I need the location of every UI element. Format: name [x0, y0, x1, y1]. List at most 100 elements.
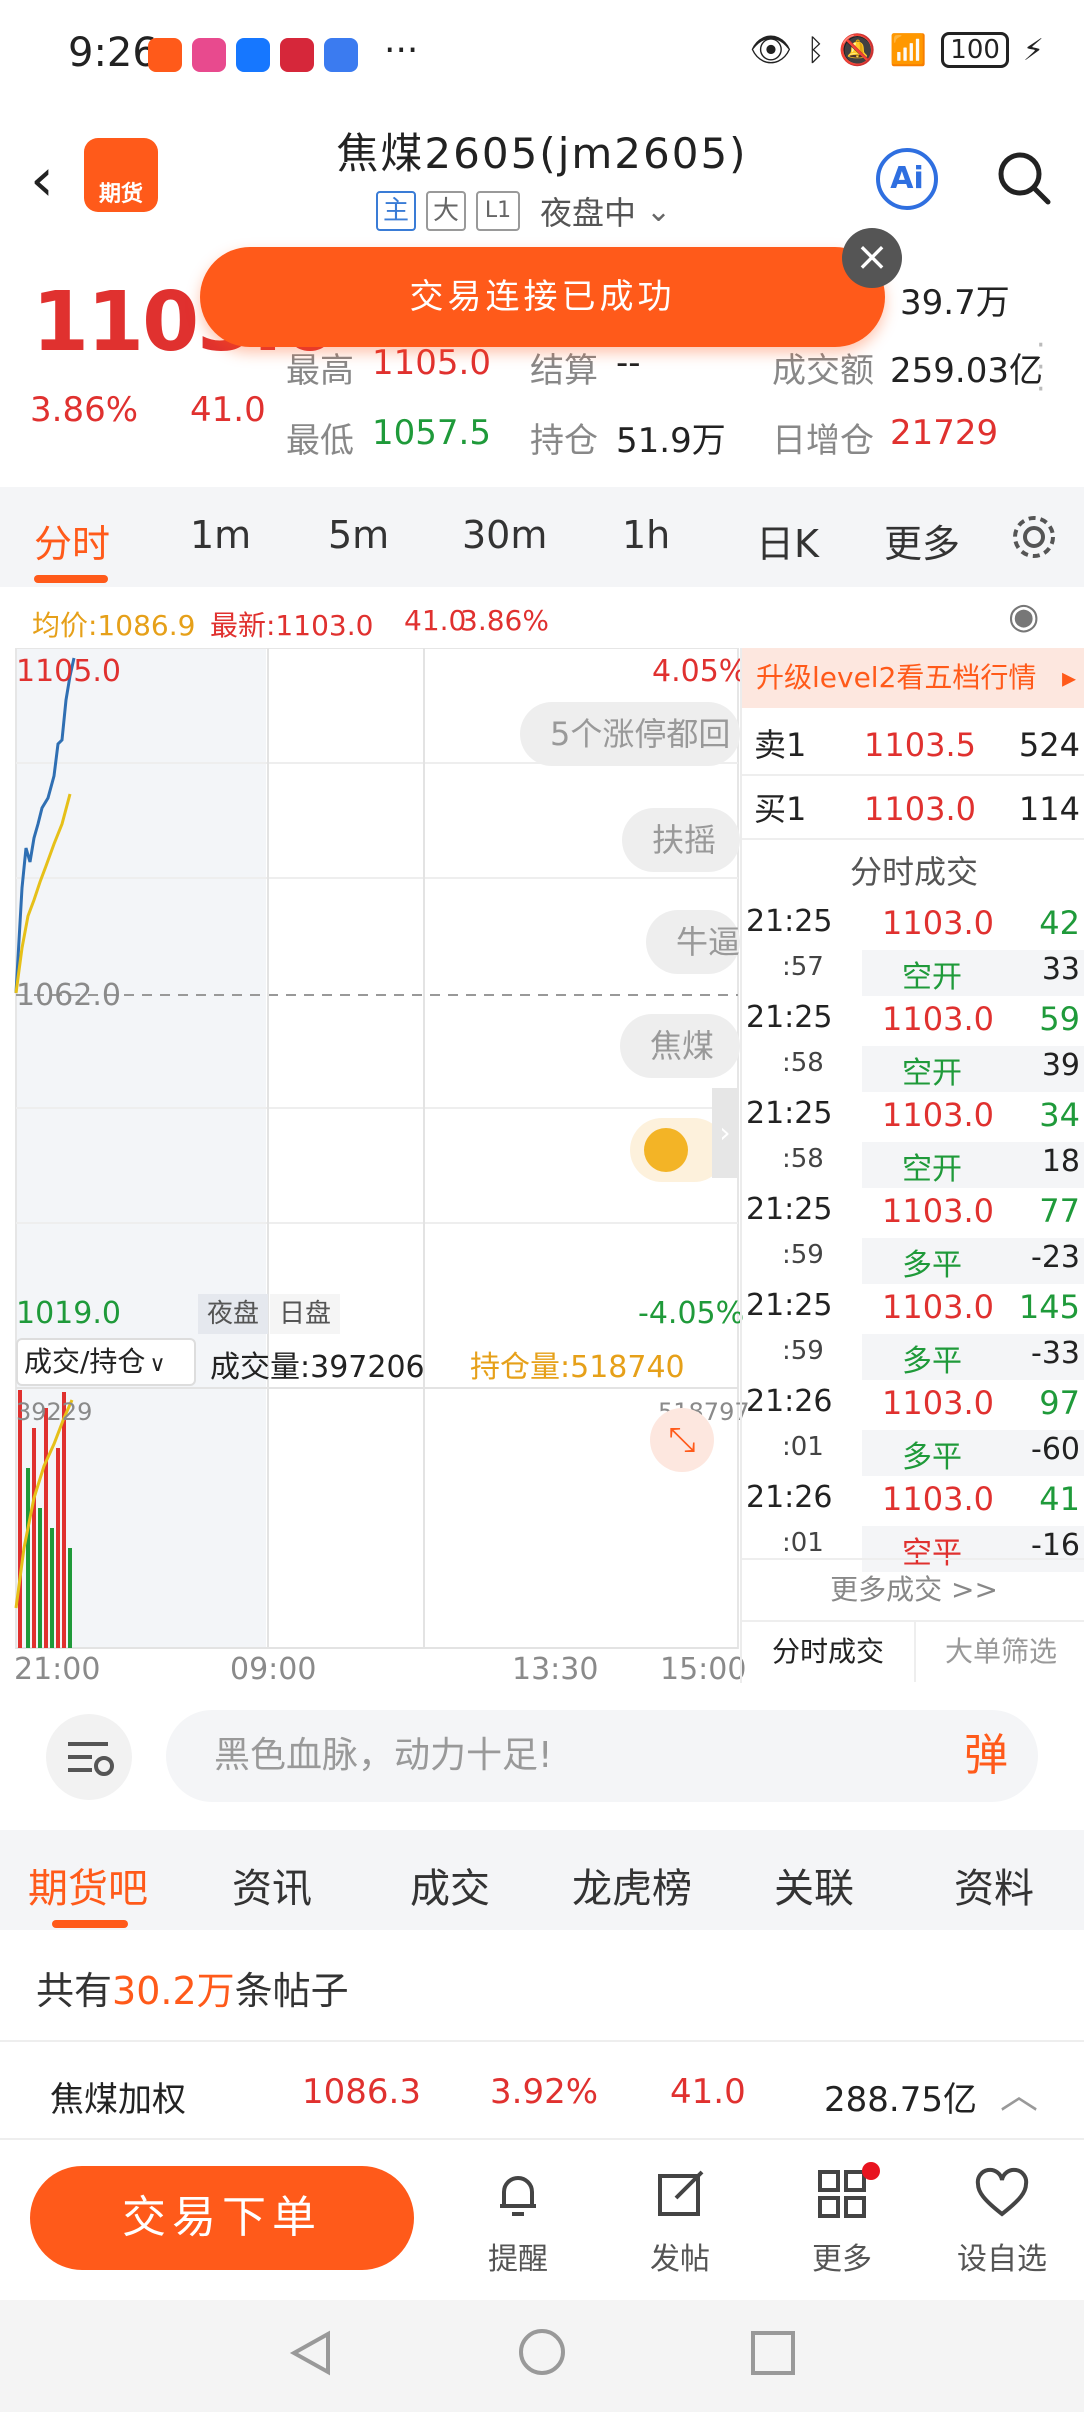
close-icon[interactable]: ×: [842, 228, 902, 288]
tag-main[interactable]: 主: [376, 191, 416, 231]
tick-row: 21:25:58 1103.0 34 空开 18: [742, 1096, 1084, 1192]
tab-time-sales[interactable]: 分时成交: [742, 1622, 914, 1682]
tab-1m[interactable]: 1m: [190, 513, 251, 557]
ai-button[interactable]: Ai: [876, 148, 938, 210]
eye-icon[interactable]: ◉: [1008, 596, 1039, 637]
comment-bubble[interactable]: 扶摇: [622, 808, 740, 872]
ticker-amount: 288.75亿: [824, 2080, 977, 2120]
tab-related[interactable]: 关联: [774, 1856, 854, 1914]
post-count-prefix: 共有: [36, 1969, 113, 2013]
app-icon-pink: [192, 38, 226, 72]
post-button[interactable]: 发帖: [620, 2166, 740, 2278]
search-icon[interactable]: [996, 150, 1052, 206]
tab-daily-k[interactable]: 日K: [756, 513, 819, 568]
session-night-label: 夜盘: [198, 1294, 268, 1334]
tab-5m[interactable]: 5m: [328, 513, 389, 557]
recents-nav-icon[interactable]: [748, 2328, 798, 2378]
tab-big-order-filter[interactable]: 大单筛选: [914, 1622, 1084, 1682]
post-count-value: 30.2万: [112, 1969, 235, 2013]
tab-futures-forum[interactable]: 期货吧: [28, 1856, 148, 1914]
tab-news[interactable]: 资讯: [232, 1856, 312, 1914]
battery-icon: 100: [941, 32, 1009, 68]
tick-volume: 41: [1039, 1480, 1080, 1518]
settle-label: 结算: [530, 351, 598, 391]
bid-row[interactable]: 买1 1103.0 114: [742, 778, 1084, 840]
charging-icon: ⚡: [1022, 32, 1044, 68]
tab-more[interactable]: 更多: [884, 513, 960, 568]
level2-banner-text: 升级level2看五档行情: [756, 661, 1037, 694]
post-count-suffix: 条帖子: [234, 1969, 349, 2013]
tick-oi-change: -60: [1031, 1432, 1080, 1467]
daily-oi-value: 21729: [890, 413, 999, 453]
tick-type: 多平: [902, 1248, 962, 1283]
tick-volume: 145: [1018, 1288, 1080, 1326]
session-status[interactable]: 夜盘中: [540, 188, 636, 234]
back-nav-icon[interactable]: [286, 2328, 336, 2378]
volume-value: 39.7万: [900, 283, 1010, 323]
tick-row: 21:25:58 1103.0 59 空开 39: [742, 1000, 1084, 1096]
comment-bar: 黑色血脉，动力十足! 弹: [0, 1700, 1084, 1810]
more-ticks-link[interactable]: 更多成交 >>: [742, 1558, 1084, 1618]
tick-price: 1103.0: [882, 1288, 994, 1326]
comment-input[interactable]: 黑色血脉，动力十足!: [166, 1710, 1038, 1802]
volume-label: 成交量:397206: [210, 1350, 425, 1385]
trade-order-button[interactable]: 交易下单: [30, 2166, 414, 2270]
latest-change: 41.0: [404, 604, 467, 637]
comment-bubble[interactable]: 焦煤: [620, 1014, 740, 1078]
tick-volume: 59: [1039, 1000, 1080, 1038]
tick-seconds: :58: [782, 1144, 824, 1174]
ticks-title: 分时成交: [849, 853, 978, 891]
add-watchlist-button[interactable]: 设自选: [942, 2166, 1062, 2278]
home-nav-icon[interactable]: [516, 2326, 568, 2378]
sub-indicator-select[interactable]: 成交/持仓 ∨: [16, 1338, 196, 1386]
latest-percent: 3.86%: [460, 604, 549, 637]
tab-trades[interactable]: 成交: [410, 1856, 490, 1914]
low-label: 最低: [286, 421, 354, 461]
tick-row: 21:25:59 1103.0 77 多平 -23: [742, 1192, 1084, 1288]
tick-row: 21:25:57 1103.0 42 空开 33: [742, 904, 1084, 1000]
tab-dragon-tiger[interactable]: 龙虎榜: [572, 1856, 692, 1914]
tab-1h[interactable]: 1h: [622, 513, 670, 557]
time-tick: 09:00: [230, 1652, 317, 1687]
app-icon-blue: [324, 38, 358, 72]
ask-row[interactable]: 卖1 1103.5 524: [742, 714, 1084, 776]
status-time: 9:26: [68, 30, 158, 76]
tick-seconds: :59: [782, 1336, 824, 1366]
change-value: 41.0: [190, 390, 266, 430]
comment-bubble[interactable]: 牛逼: [646, 910, 740, 974]
intraday-chart[interactable]: 1105.0 4.05% 1062.0 1019.0 -4.05% 夜盘 日盘 …: [0, 648, 750, 1687]
comment-bubble[interactable]: 5个涨停都回: [520, 702, 740, 766]
tick-seconds: :59: [782, 1240, 824, 1270]
remind-label: 提醒: [488, 2242, 548, 2277]
weighted-index-ticker[interactable]: 焦煤加权 1086.3 3.92% 41.0 288.75亿 ︿: [0, 2040, 1084, 2140]
tab-30m[interactable]: 30m: [462, 513, 547, 557]
ask-label: 卖1: [754, 726, 807, 764]
tick-price: 1103.0: [882, 1192, 994, 1230]
remind-button[interactable]: 提醒: [458, 2166, 578, 2278]
collapse-comments-handle[interactable]: ›: [712, 1088, 738, 1178]
tab-intraday[interactable]: 分时: [34, 513, 110, 568]
tab-profile[interactable]: 资料: [954, 1856, 1034, 1914]
expand-icon[interactable]: ⤡: [650, 1408, 714, 1472]
tick-price: 1103.0: [882, 1000, 994, 1038]
heart-icon: [975, 2167, 1029, 2217]
chevron-down-icon[interactable]: ⌄: [646, 194, 671, 229]
tick-price: 1103.0: [882, 1480, 994, 1518]
time-tick: 21:00: [14, 1652, 101, 1687]
danmaku-toggle-button[interactable]: 弹: [936, 1710, 1036, 1802]
settle-value: --: [616, 343, 641, 383]
tick-oi-change: 33: [1041, 952, 1080, 987]
tick-oi-change: 18: [1041, 1144, 1080, 1179]
level2-banner[interactable]: 升级level2看五档行情 ▸: [742, 648, 1084, 708]
tag-l1[interactable]: L1: [476, 191, 520, 231]
latest-price: 最新:1103.0: [210, 609, 374, 642]
chevron-up-icon[interactable]: ︿: [1000, 2064, 1038, 2119]
tag-big[interactable]: 大: [426, 191, 466, 231]
filter-icon[interactable]: [46, 1714, 132, 1800]
contract-tags: 主 大 L1 夜盘中 ⌄: [376, 188, 671, 234]
gear-icon[interactable]: [1008, 511, 1060, 563]
time-tick: 13:30: [512, 1652, 599, 1687]
more-button[interactable]: 更多: [782, 2162, 902, 2278]
more-dots-icon[interactable]: · · ·: [1036, 331, 1046, 405]
time-tick: 15:00: [660, 1652, 747, 1687]
